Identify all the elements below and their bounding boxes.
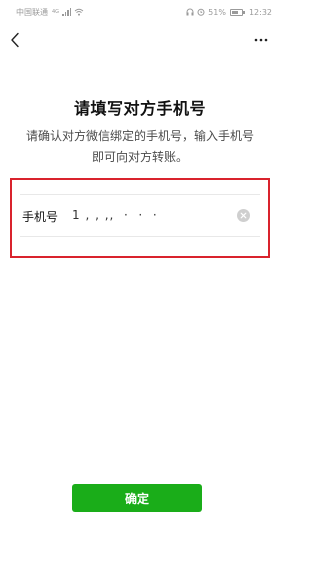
- phone-input[interactable]: [72, 205, 222, 225]
- wifi-icon: [74, 8, 84, 16]
- signal-icon: [62, 8, 72, 16]
- page-subtitle: 请确认对方微信绑定的手机号，输入手机号 即可向对方转账。: [20, 126, 260, 168]
- nav-bar: [0, 24, 280, 56]
- screen: 中国联通 4G 51% 12:32 请填写对方手机号 请确认对方微信绑定的手机号…: [0, 0, 280, 565]
- battery-percent: 51%: [208, 7, 226, 17]
- subtitle-line-1: 请确认对方微信绑定的手机号，输入手机号: [25, 129, 254, 143]
- phone-field-label: 手机号: [22, 210, 59, 224]
- back-button[interactable]: [4, 28, 26, 52]
- confirm-button[interactable]: 确定: [72, 484, 202, 512]
- clear-icon: [240, 212, 247, 219]
- chevron-left-icon: [11, 32, 19, 48]
- phone-field-card: 手机号: [10, 178, 270, 258]
- status-time: 12:32: [248, 7, 272, 17]
- clear-button[interactable]: [237, 209, 250, 222]
- page-title: 请填写对方手机号: [73, 99, 206, 118]
- more-dots-icon: [254, 38, 268, 42]
- headset-icon: [186, 8, 194, 16]
- carrier-label: 中国联通: [16, 7, 48, 17]
- battery-icon: [229, 8, 245, 16]
- alarm-icon: [197, 8, 205, 16]
- status-right: 51% 12:32: [186, 8, 272, 17]
- status-left: 中国联通 4G: [16, 7, 84, 18]
- battery-fill: [231, 10, 238, 14]
- subtitle-line-2: 即可向对方转账。: [91, 150, 188, 164]
- more-button[interactable]: [250, 28, 272, 52]
- network-type: 4G: [52, 9, 60, 15]
- status-bar: 中国联通 4G 51% 12:32: [0, 0, 280, 24]
- divider: [20, 194, 260, 195]
- divider: [20, 236, 260, 237]
